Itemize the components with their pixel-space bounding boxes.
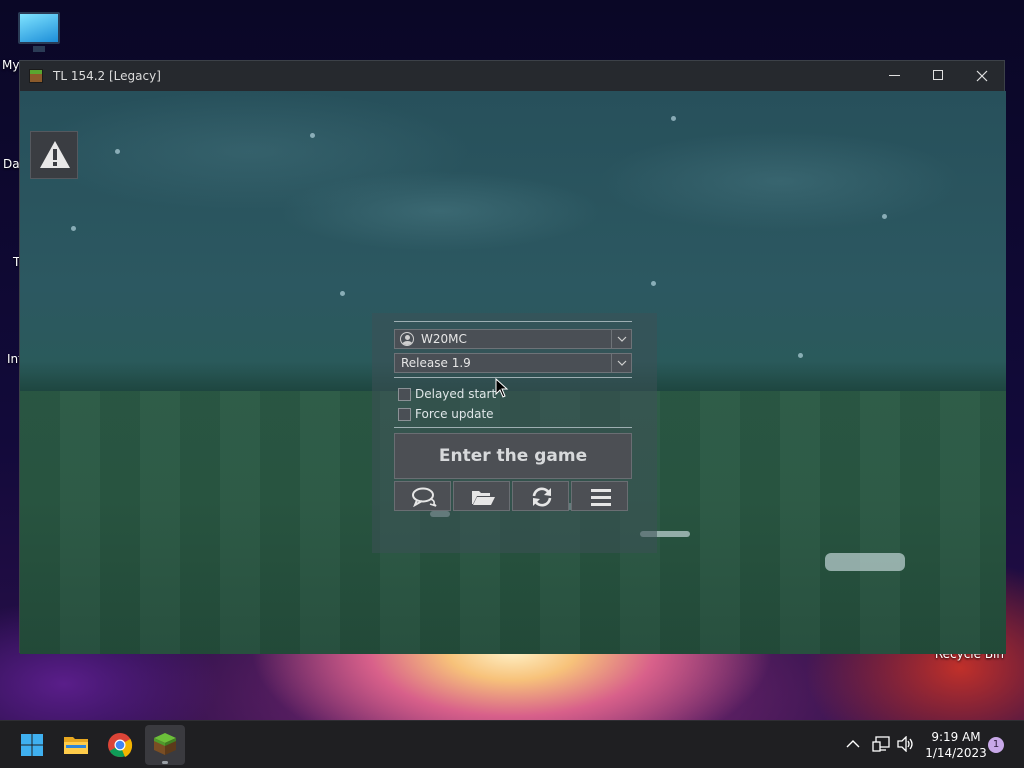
tool-buttons	[394, 481, 632, 511]
system-clock[interactable]: 9:19 AM 1/14/2023	[925, 729, 987, 761]
divider	[394, 377, 632, 378]
window-title: TL 154.2 [Legacy]	[53, 69, 161, 83]
grass-block-icon	[29, 69, 43, 83]
chevron-down-icon	[617, 336, 627, 342]
chevron-up-icon[interactable]	[846, 739, 860, 749]
launcher-window: TL 154.2 [Legacy] W20MC Release 1.9 Dela…	[19, 60, 1006, 654]
clock-time: 9:19 AM	[931, 730, 981, 744]
close-icon	[976, 70, 988, 82]
chat-button[interactable]	[394, 481, 451, 511]
account-select[interactable]: W20MC	[394, 329, 632, 349]
file-explorer-button[interactable]	[56, 725, 96, 765]
monitor-icon	[18, 12, 60, 44]
version-select[interactable]: Release 1.9	[394, 353, 632, 373]
delayed-start-checkbox[interactable]	[398, 388, 411, 401]
refresh-button[interactable]	[512, 481, 569, 511]
clock-date: 1/14/2023	[925, 746, 987, 760]
account-value: W20MC	[421, 332, 467, 346]
minimize-button[interactable]	[872, 61, 916, 91]
delayed-start-label: Delayed start	[415, 387, 497, 401]
version-dropdown-button[interactable]	[611, 354, 631, 372]
enter-game-button[interactable]: Enter the game	[394, 433, 632, 479]
divider	[394, 321, 632, 322]
refresh-icon	[532, 487, 552, 507]
tlauncher-icon	[154, 733, 176, 755]
volume-icon[interactable]	[897, 736, 915, 752]
network-icon[interactable]	[872, 736, 890, 752]
force-update-checkbox[interactable]	[398, 408, 411, 421]
force-update-label: Force update	[415, 407, 494, 421]
windows-start-icon	[21, 734, 43, 756]
start-button[interactable]	[12, 725, 52, 765]
menu-icon	[591, 489, 611, 506]
tlauncher-button[interactable]	[145, 725, 185, 765]
window-titlebar[interactable]: TL 154.2 [Legacy]	[20, 61, 1004, 91]
chat-icon	[412, 487, 437, 507]
maximize-icon	[933, 70, 943, 80]
menu-button[interactable]	[571, 481, 628, 511]
minimize-icon	[889, 75, 900, 76]
chrome-button[interactable]	[100, 725, 140, 765]
chevron-down-icon	[617, 360, 627, 366]
account-dropdown-button[interactable]	[611, 330, 631, 348]
close-button[interactable]	[960, 61, 1004, 91]
version-value: Release 1.9	[401, 356, 471, 370]
background-scene: W20MC Release 1.9 Delayed start Force up…	[20, 91, 1006, 654]
mouse-cursor-icon	[495, 378, 509, 398]
desktop-icon-label: My	[2, 58, 20, 72]
file-explorer-icon	[64, 737, 88, 754]
taskbar: 9:19 AM 1/14/2023 1	[0, 720, 1024, 768]
notification-badge[interactable]: 1	[988, 737, 1004, 753]
running-indicator	[162, 761, 168, 764]
user-icon	[400, 332, 414, 346]
divider	[394, 427, 632, 428]
login-panel: W20MC Release 1.9 Delayed start Force up…	[372, 313, 657, 553]
chrome-icon	[108, 733, 133, 757]
warning-icon	[40, 141, 70, 168]
folder-icon	[472, 491, 495, 505]
warning-button[interactable]	[30, 131, 78, 179]
maximize-button[interactable]	[916, 61, 960, 91]
open-folder-button[interactable]	[453, 481, 510, 511]
